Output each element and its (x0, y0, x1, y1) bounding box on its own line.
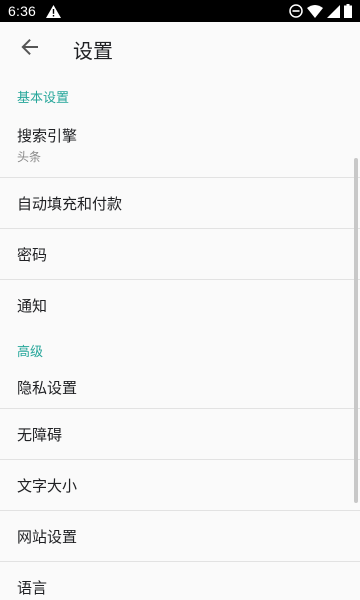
setting-item-title: 自动填充和付款 (17, 194, 123, 213)
setting-item-text-size[interactable]: 文字大小 (0, 460, 360, 510)
section-header-advanced: 高级 (0, 330, 360, 366)
setting-item-title: 通知 (17, 296, 48, 315)
signal-icon (327, 4, 340, 18)
section-header-label: 高级 (17, 345, 44, 360)
setting-item-passwords[interactable]: 密码 (0, 229, 360, 279)
scrollbar[interactable] (354, 158, 358, 503)
setting-item-site-settings[interactable]: 网站设置 (0, 511, 360, 561)
settings-screen: 6:36 设置 基本设置 搜索引擎 头条 自动填充和付款 密码 通知 高级 隐私… (0, 0, 360, 600)
section-header-label: 基本设置 (17, 91, 70, 106)
setting-item-title: 网站设置 (17, 527, 78, 546)
arrow-back-icon (21, 38, 39, 60)
setting-item-notifications[interactable]: 通知 (0, 280, 360, 330)
setting-item-title: 语言 (17, 578, 48, 597)
setting-item-summary: 头条 (17, 149, 42, 164)
setting-item-privacy[interactable]: 隐私设置 (0, 366, 360, 408)
setting-item-languages[interactable]: 语言 (0, 562, 360, 600)
back-button[interactable] (6, 25, 54, 73)
app-bar: 设置 (0, 22, 360, 76)
settings-list[interactable]: 基本设置 搜索引擎 头条 自动填充和付款 密码 通知 高级 隐私设置 无障碍 文… (0, 76, 360, 600)
do-not-disturb-icon (289, 4, 303, 18)
setting-item-search-engine[interactable]: 搜索引擎 头条 (0, 112, 360, 177)
setting-item-accessibility[interactable]: 无障碍 (0, 409, 360, 459)
setting-item-title: 密码 (17, 245, 48, 264)
wifi-icon (307, 4, 323, 18)
warning-icon (46, 4, 62, 18)
battery-icon (344, 4, 352, 18)
setting-item-title: 隐私设置 (17, 378, 78, 397)
section-header-basic: 基本设置 (0, 76, 360, 112)
setting-item-title: 无障碍 (17, 425, 63, 444)
setting-item-title: 搜索引擎 (17, 126, 78, 145)
status-time: 6:36 (8, 3, 37, 19)
setting-item-autofill-payments[interactable]: 自动填充和付款 (0, 178, 360, 228)
page-title: 设置 (73, 39, 113, 63)
status-bar: 6:36 (0, 0, 360, 22)
setting-item-title: 文字大小 (17, 476, 78, 495)
